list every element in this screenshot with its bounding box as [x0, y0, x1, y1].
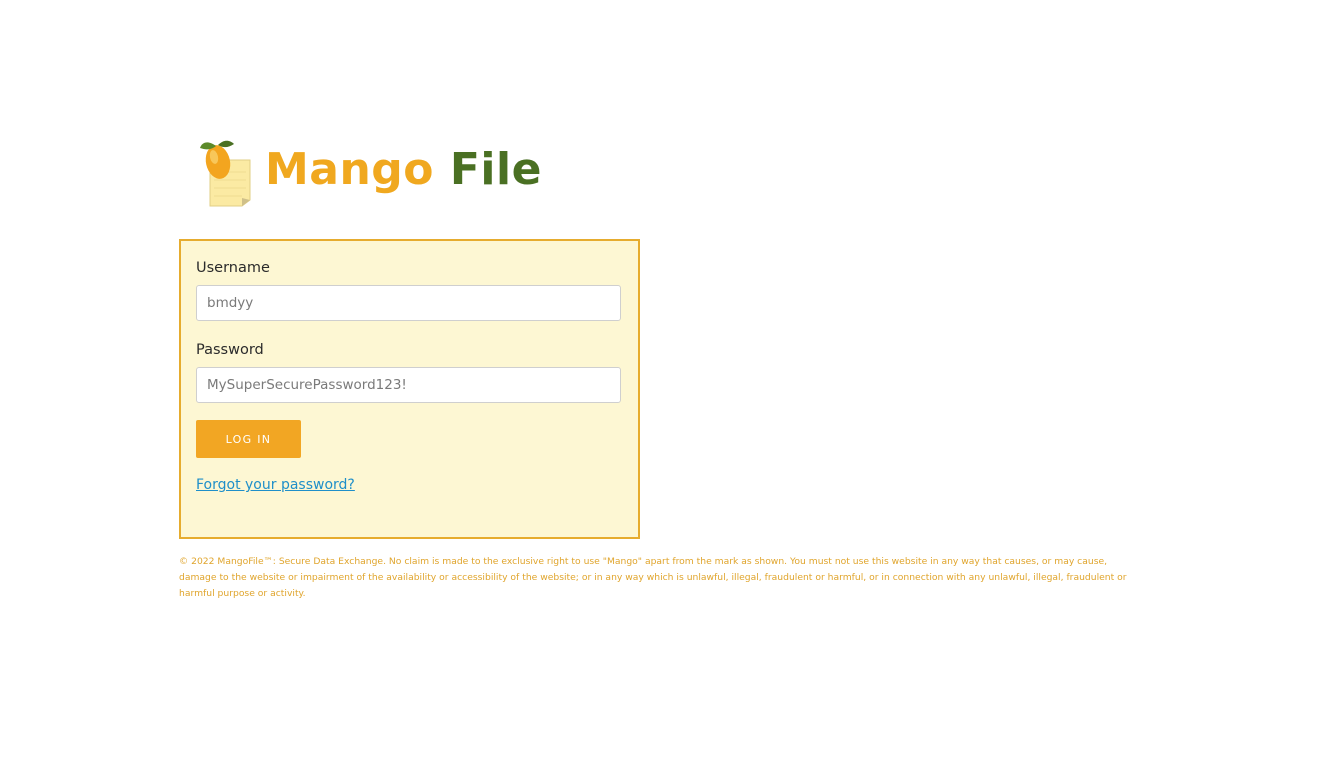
- footer-disclaimer: © 2022 MangoFile™: Secure Data Exchange.…: [179, 556, 1127, 599]
- logo-word-mango: Mango: [265, 144, 435, 195]
- logo-word-file: File: [449, 144, 542, 195]
- forgot-password-link[interactable]: Forgot your password?: [196, 477, 355, 493]
- login-panel: Username Password LOG IN Forgot your pas…: [179, 239, 640, 539]
- password-label: Password: [196, 342, 264, 358]
- username-input[interactable]: [196, 285, 621, 321]
- username-label: Username: [196, 260, 270, 276]
- login-button[interactable]: LOG IN: [196, 420, 301, 458]
- password-input[interactable]: [196, 367, 621, 403]
- logo-wordmark: Mango File: [265, 144, 542, 196]
- logo: Mango File: [196, 138, 541, 210]
- mango-on-note-icon: [200, 140, 251, 207]
- login-page: Mango File Username Password LOG IN Forg…: [0, 0, 1318, 767]
